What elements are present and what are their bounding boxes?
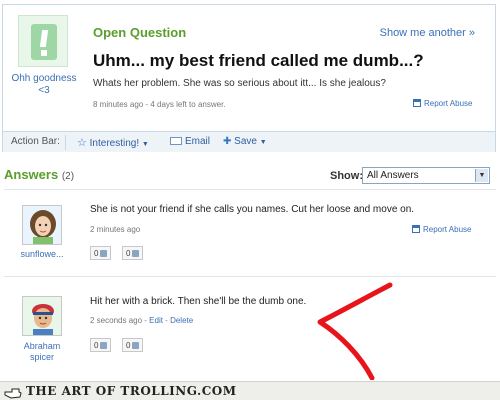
divider (4, 189, 496, 190)
answer-text: She is not your friend if she calls you … (90, 204, 415, 215)
save-label: Save (234, 136, 257, 147)
email-label: Email (185, 136, 211, 147)
answer-time: 2 seconds ago - (90, 316, 150, 325)
report-abuse-link[interactable]: Report Abuse (412, 225, 471, 234)
email-icon (170, 137, 182, 145)
thumbs-down-count: 0 (126, 341, 131, 350)
delete-link[interactable]: Delete (170, 316, 193, 325)
question-mark-icon (31, 24, 57, 60)
answers-heading: Answers (2) (4, 167, 74, 182)
question-title: Uhm... my best friend called me dumb...? (93, 51, 424, 70)
show-filter-value: All Answers (367, 170, 419, 181)
question-body: Whats her problem. She was so serious ab… (93, 78, 386, 89)
thumbs-down-button[interactable]: 0 (122, 338, 144, 352)
answer-avatar[interactable] (22, 205, 62, 245)
thumbs-up-count: 0 (94, 249, 99, 258)
plus-icon: ✚ (223, 136, 232, 147)
report-abuse-label: Report Abuse (423, 225, 472, 234)
star-icon: ☆ (77, 137, 87, 149)
edit-link[interactable]: Edit (149, 316, 163, 325)
thumbs-down-count: 0 (126, 249, 131, 258)
asker-name[interactable]: Ohh goodness <3 (9, 73, 79, 97)
show-filter-select[interactable]: All Answers ▼ (362, 167, 490, 184)
interesting-button[interactable]: ☆ Interesting! ▼ (77, 136, 149, 149)
thumbs-down-icon (132, 342, 140, 349)
report-abuse-label: Report Abuse (424, 99, 473, 108)
answer-meta: 2 minutes ago (90, 225, 141, 234)
hand-pointer-icon (4, 388, 22, 399)
action-bar: Action Bar: ☆ Interesting! ▼ Email ✚ Sav… (3, 131, 495, 152)
girl-avatar-icon (23, 206, 61, 244)
answers-count: (2) (61, 171, 75, 182)
answer-meta: 2 seconds ago - Edit - Delete (90, 316, 193, 325)
report-abuse-link[interactable]: Report Abuse (413, 99, 472, 108)
show-filter-label: Show: (330, 170, 363, 182)
thumbs-down-icon (132, 250, 140, 257)
answers-title: Answers (4, 167, 59, 182)
show-another-link[interactable]: Show me another » (380, 27, 475, 39)
email-button[interactable]: Email (170, 136, 210, 147)
footer-brand: THE ART OF TROLLING.COM (26, 384, 237, 398)
dropdown-arrow-icon[interactable]: ▼ (475, 169, 488, 182)
question-card: Ohh goodness <3 Open Question Show me an… (2, 4, 496, 152)
thumbs-up-button[interactable]: 0 (90, 246, 112, 260)
chevron-down-icon: ▼ (141, 141, 149, 148)
chevron-down-icon: ▼ (259, 139, 267, 146)
asker-avatar[interactable] (18, 15, 68, 67)
footer-watermark: THE ART OF TROLLING.COM (0, 381, 500, 400)
flag-icon (413, 99, 421, 107)
save-button[interactable]: ✚ Save ▼ (223, 136, 267, 147)
interesting-label: Interesting! (89, 138, 140, 149)
answer-text: Hit her with a brick. Then she'll be the… (90, 296, 307, 307)
red-arrow-annotation (317, 282, 393, 380)
boy-avatar-icon (23, 297, 61, 335)
flag-icon (412, 225, 420, 233)
answer-author[interactable]: Abraham spicer (12, 341, 72, 363)
action-bar-label: Action Bar: (11, 136, 60, 147)
section-label: Open Question (93, 25, 187, 40)
answer-avatar[interactable] (22, 296, 62, 336)
thumbs-down-button[interactable]: 0 (122, 246, 144, 260)
divider (4, 276, 496, 277)
thumbs-up-button[interactable]: 0 (90, 338, 112, 352)
meta-separator: - (162, 316, 171, 325)
thumbs-up-count: 0 (94, 341, 99, 350)
action-bar-divider (65, 135, 66, 150)
question-meta: 8 minutes ago - 4 days left to answer. (93, 100, 226, 109)
thumbs-up-icon (100, 250, 108, 257)
answer-author[interactable]: sunflowe... (12, 249, 72, 260)
thumbs-up-icon (100, 342, 108, 349)
